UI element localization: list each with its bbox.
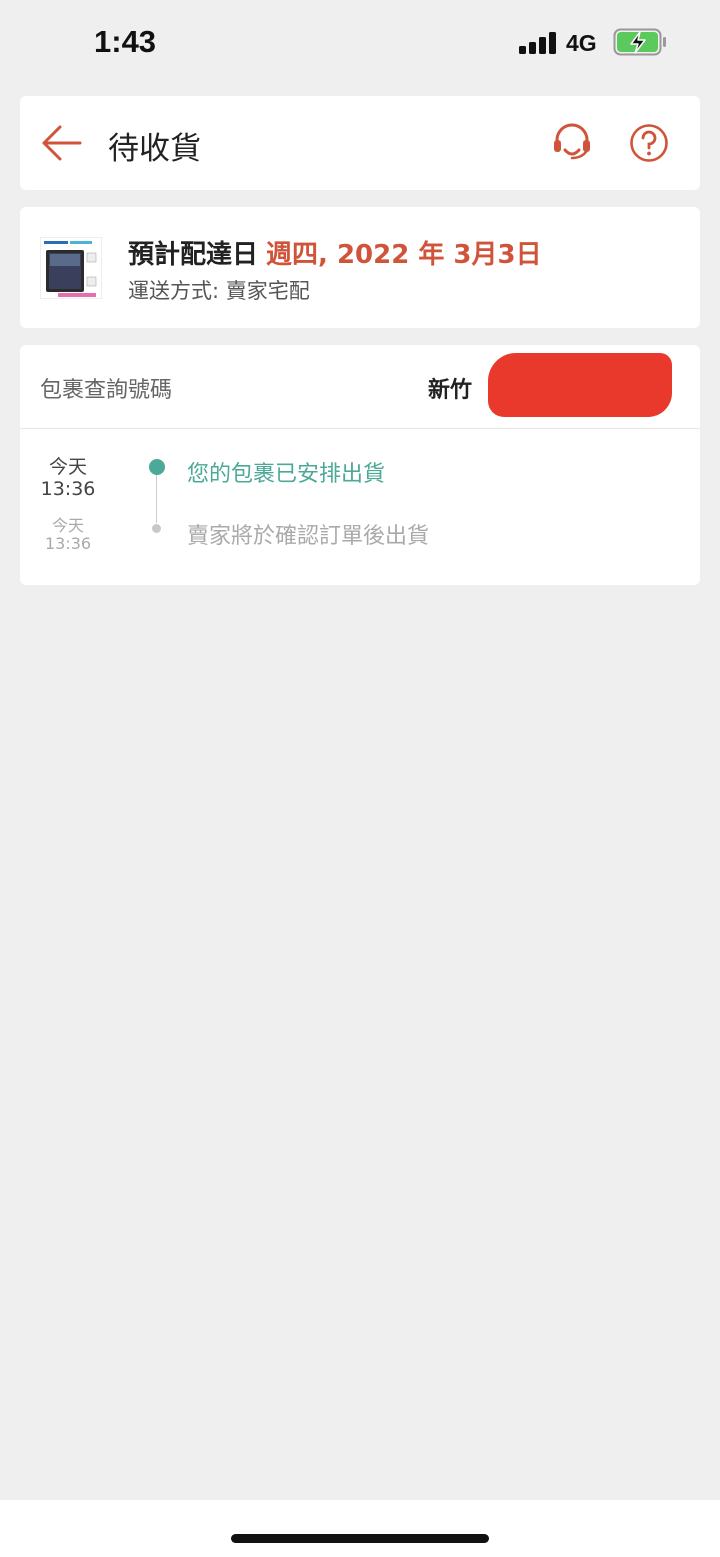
tracking-number-label: 包裹查詢號碼: [40, 378, 173, 403]
product-thumbnail: [40, 237, 102, 299]
timeline-time: 13:36: [44, 534, 92, 554]
shipping-method: 運送方式: 賣家宅配: [128, 279, 310, 303]
timeline-day: 今天: [48, 456, 87, 478]
timeline-dot-active: [149, 459, 165, 475]
network-type: 4G: [566, 30, 597, 56]
eta-label: 預計配達日: [128, 240, 259, 270]
timeline-event-current: 您的包裹已安排出貨: [187, 462, 386, 487]
home-indicator[interactable]: [231, 1534, 489, 1543]
arrow-left-icon[interactable]: [40, 123, 82, 163]
status-time: 1:43: [94, 24, 157, 59]
page-title: 待收貨: [108, 131, 201, 167]
delivery-info-card[interactable]: 預計配達日 週四, 2022 年 3月3日 運送方式: 賣家宅配: [20, 207, 700, 328]
timeline-connector: [156, 467, 157, 523]
timeline-timestamp: 今天 13:36: [33, 516, 103, 554]
tracking-number-redacted: [488, 353, 672, 417]
headset-icon[interactable]: [551, 122, 593, 164]
estimated-delivery: 預計配達日 週四, 2022 年 3月3日: [128, 234, 542, 271]
timeline-dot-inactive: [152, 524, 161, 533]
timeline-timestamp: 今天 13:36: [33, 456, 103, 501]
status-bar: 1:43 4G: [0, 0, 720, 90]
tracking-card: 包裹查詢號碼 新竹 複製 今天 13:36 今天 13:36 您的包裹已安排出貨…: [20, 345, 700, 585]
tracking-header: 包裹查詢號碼 新竹 複製: [20, 345, 700, 429]
cellular-signal-icon: [519, 32, 557, 54]
header-bar: 待收貨: [20, 96, 700, 190]
question-circle-icon[interactable]: [629, 123, 669, 163]
timeline-day: 今天: [51, 516, 84, 535]
eta-date: 週四, 2022 年 3月3日: [266, 240, 542, 270]
timeline-time: 13:36: [40, 477, 96, 500]
timeline-event-past: 賣家將於確認訂單後出貨: [187, 524, 430, 549]
battery-charging-icon: [613, 28, 666, 56]
carrier-name: 新竹: [428, 378, 473, 403]
bottom-safe-area: [0, 1500, 720, 1557]
